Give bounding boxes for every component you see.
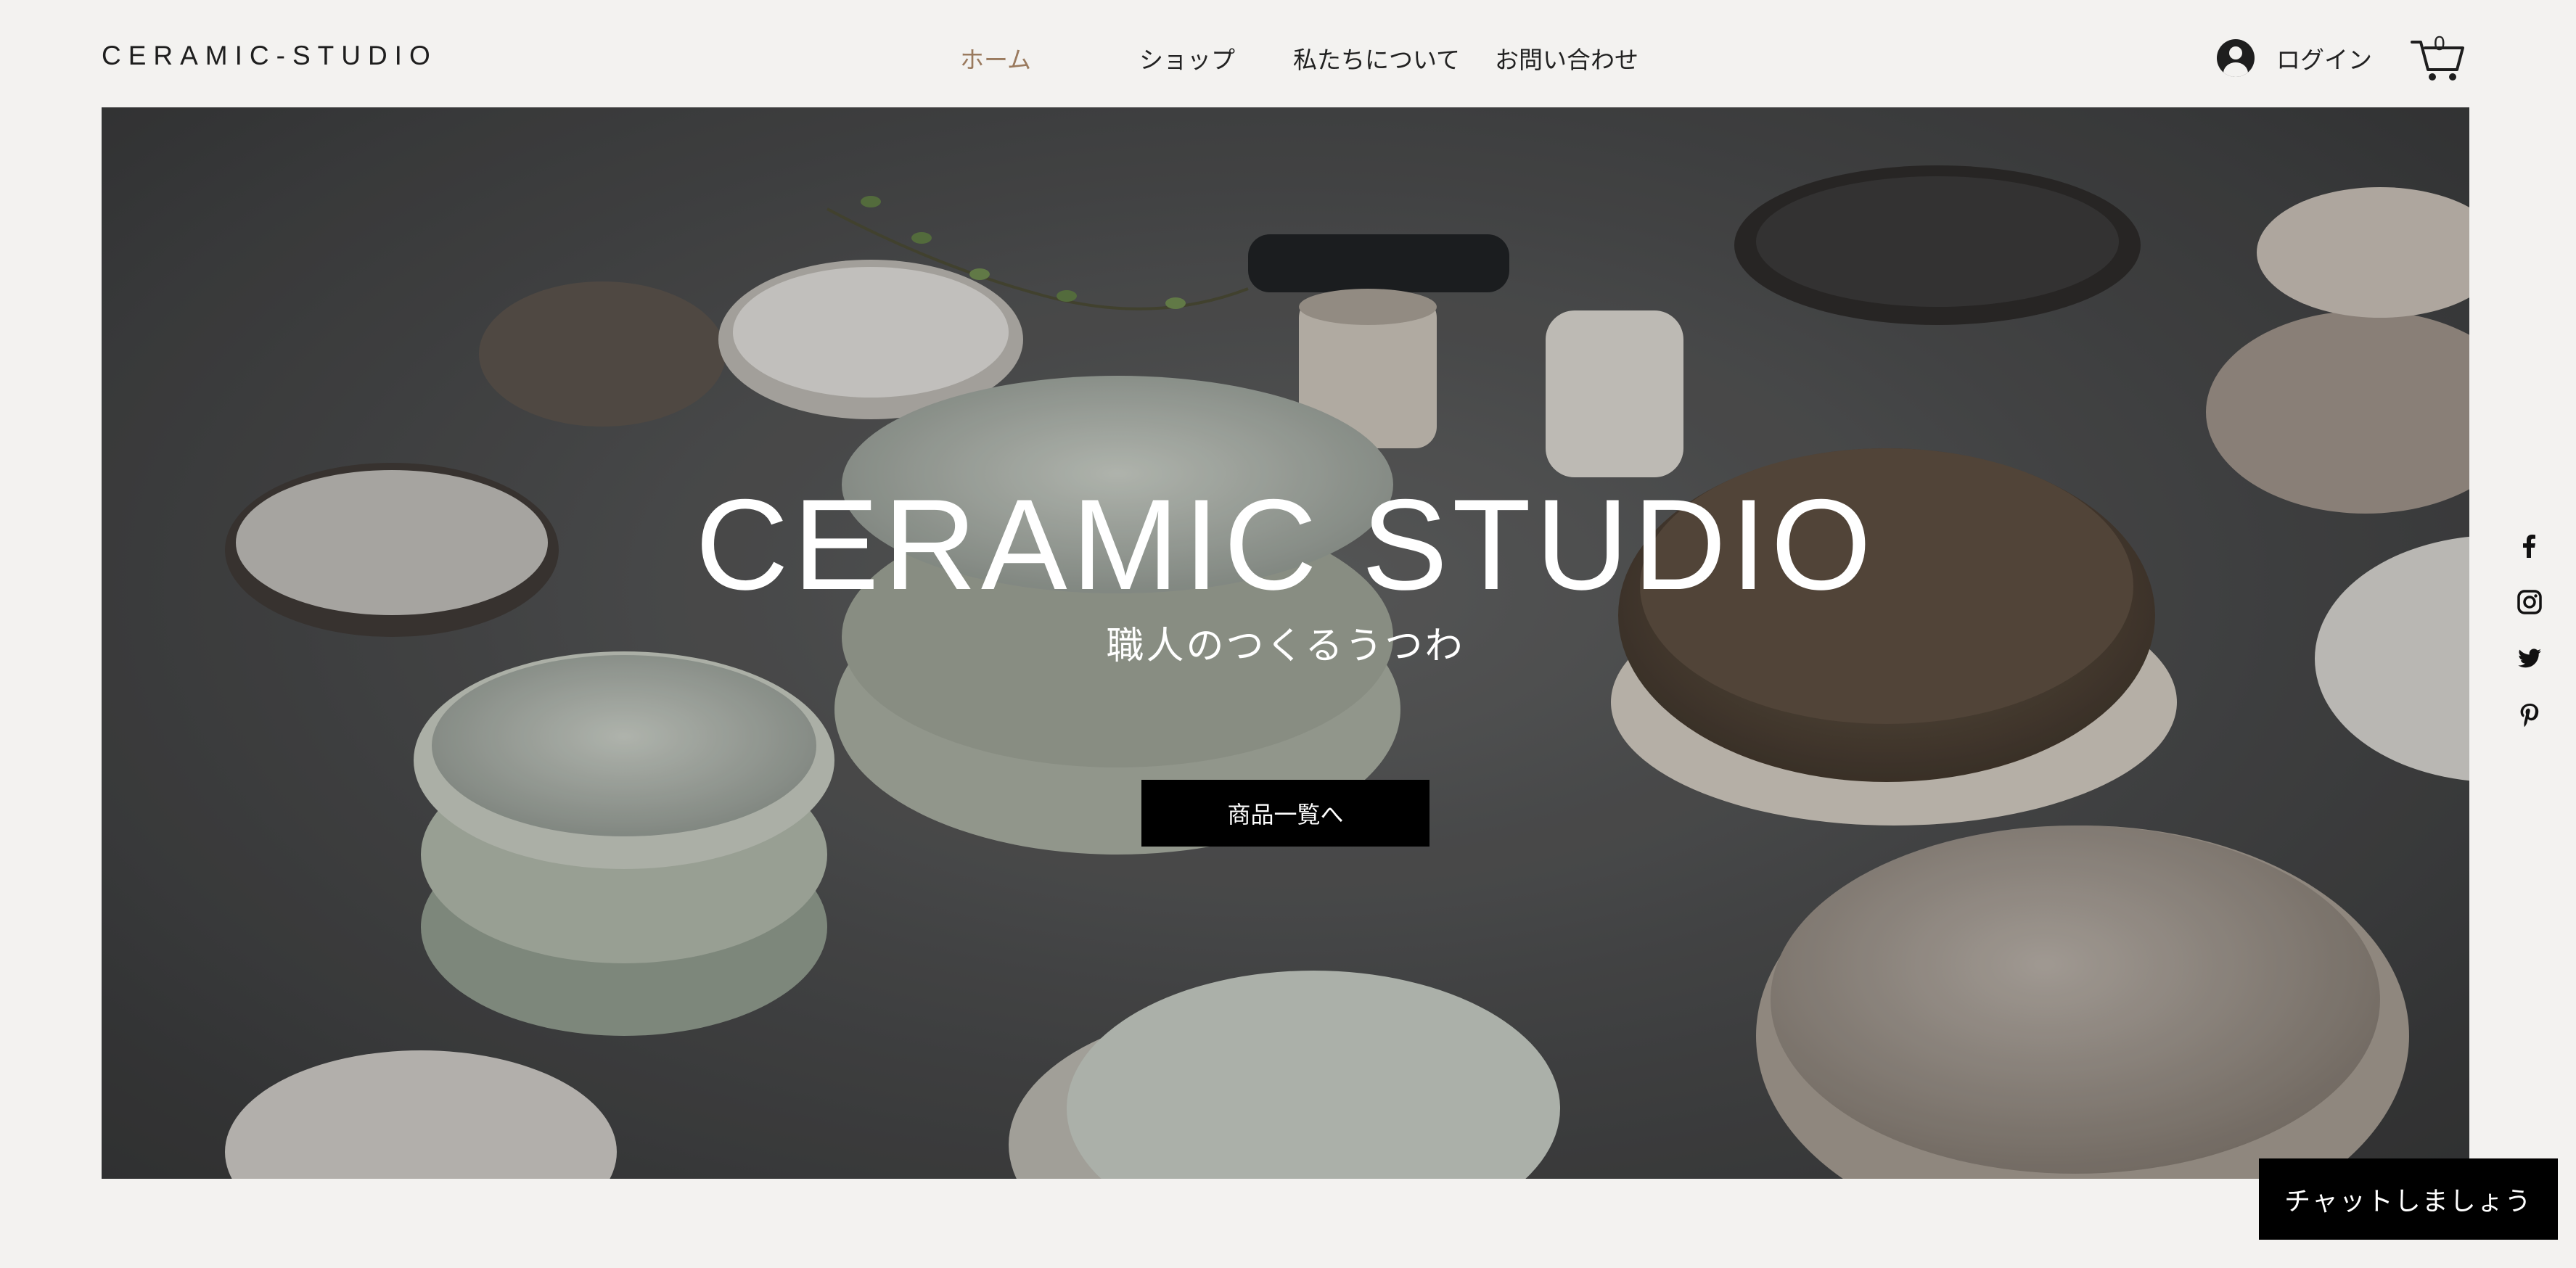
nav-item-home[interactable]: ホーム (960, 41, 1031, 75)
user-avatar-icon (2217, 39, 2255, 77)
hero-subtitle: 職人のつくるうつわ (1106, 625, 1465, 668)
site-logo[interactable]: CERAMIC-STUDIO (102, 41, 438, 71)
instagram-icon (2517, 590, 2542, 614)
twitter-icon (2518, 649, 2541, 668)
chat-button[interactable]: チャットしましょう (2259, 1158, 2558, 1240)
shop-all-button[interactable]: 商品一覧へ (1141, 780, 1429, 847)
pinterest-icon (2520, 704, 2539, 728)
cart-count: 0 (2434, 32, 2445, 54)
cart-button[interactable]: 0 (2409, 29, 2467, 84)
hero-section: CERAMIC STUDIO 職人のつくるうつわ 商品一覧へ (102, 107, 2469, 1179)
facebook-link[interactable] (2516, 533, 2543, 559)
login-label: ログイン (2276, 46, 2372, 74)
hero-title: CERAMIC STUDIO (695, 472, 1876, 617)
twitter-link[interactable] (2516, 646, 2543, 672)
instagram-link[interactable] (2516, 589, 2543, 615)
facebook-icon (2523, 535, 2535, 558)
login-button[interactable]: ログイン (2217, 36, 2372, 80)
nav-item-contact[interactable]: お問い合わせ (1495, 41, 1638, 75)
nav-item-shop[interactable]: ショップ (1139, 41, 1235, 75)
site-header: CERAMIC-STUDIO ホーム ショップ 私たちについて お問い合わせ ロ… (0, 0, 2576, 107)
pinterest-link[interactable] (2516, 702, 2543, 728)
nav-item-about[interactable]: 私たちについて (1293, 41, 1460, 75)
